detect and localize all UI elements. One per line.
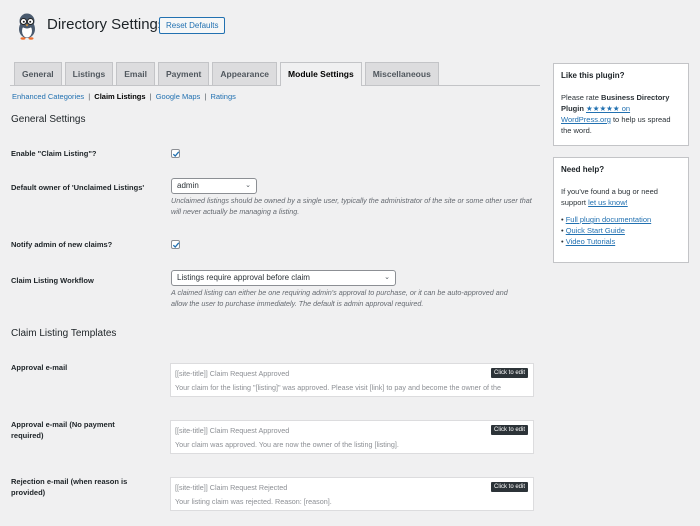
module-subnav: Enhanced Categories | Claim Listings | G… bbox=[12, 92, 236, 101]
checkmark-icon bbox=[172, 151, 180, 157]
approval-no-payment-email-template[interactable]: [[site-title]] Claim Request Approved Yo… bbox=[170, 420, 534, 454]
subnav-google-maps[interactable]: Google Maps bbox=[156, 92, 201, 101]
default-owner-value: admin bbox=[177, 181, 199, 190]
workflow-select[interactable]: Listings require approval before claim ⌄ bbox=[171, 270, 396, 286]
subnav-claim-listings[interactable]: Claim Listings bbox=[94, 92, 145, 101]
chevron-down-icon: ⌄ bbox=[245, 182, 251, 189]
enable-claim-label: Enable "Claim Listing"? bbox=[11, 149, 97, 158]
penguin-mascot-icon bbox=[14, 12, 40, 40]
rate-text-before: Please rate bbox=[561, 93, 602, 102]
notify-admin-checkbox[interactable] bbox=[171, 240, 180, 249]
list-item: Video Tutorials bbox=[561, 236, 681, 247]
reset-defaults-button[interactable]: Reset Defaults bbox=[159, 17, 226, 34]
list-item: Full plugin documentation bbox=[561, 214, 681, 225]
subnav-separator: | bbox=[204, 92, 207, 101]
rejection-email-label: Rejection e-mail (when reason is provide… bbox=[11, 477, 128, 497]
list-item: Quick Start Guide bbox=[561, 225, 681, 236]
full-documentation-link[interactable]: Full plugin documentation bbox=[566, 215, 651, 224]
let-us-know-link[interactable]: let us know! bbox=[588, 198, 628, 207]
approval-no-payment-email-label: Approval e-mail (No payment required) bbox=[11, 420, 115, 440]
general-settings-heading: General Settings bbox=[11, 114, 86, 125]
template-subject: [[site-title]] Claim Request Rejected bbox=[175, 483, 288, 492]
tab-appearance[interactable]: Appearance bbox=[212, 62, 278, 85]
subnav-separator: | bbox=[88, 92, 91, 101]
template-subject: [[site-title]] Claim Request Approved bbox=[175, 426, 290, 435]
tab-general[interactable]: General bbox=[14, 62, 62, 85]
workflow-value: Listings require approval before claim bbox=[177, 273, 310, 282]
rate-widget-text: Please rate Business Directory Plugin ★★… bbox=[561, 92, 681, 136]
video-tutorials-link[interactable]: Video Tutorials bbox=[566, 237, 615, 246]
template-subject: [[site-title]] Claim Request Approved bbox=[175, 369, 290, 378]
template-body: Your claim for the listing "[listing]" w… bbox=[175, 383, 502, 392]
rate-widget-title: Like this plugin? bbox=[561, 71, 625, 80]
default-owner-label: Default owner of 'Unclaimed Listings' bbox=[11, 183, 145, 192]
approval-email-template[interactable]: [[site-title]] Claim Request Approved Yo… bbox=[170, 363, 534, 397]
template-body: Your claim was approved. You are now the… bbox=[175, 440, 399, 449]
settings-tabs: General Listings Email Payment Appearanc… bbox=[14, 62, 439, 86]
default-owner-select[interactable]: admin ⌄ bbox=[171, 178, 257, 194]
subnav-separator: | bbox=[149, 92, 152, 101]
help-links-list: Full plugin documentation Quick Start Gu… bbox=[561, 214, 681, 247]
approval-email-label: Approval e-mail bbox=[11, 363, 68, 372]
template-body: Your listing claim was rejected. Reason:… bbox=[175, 497, 332, 506]
need-help-widget: Need help? If you've found a bug or need… bbox=[553, 157, 689, 263]
notify-admin-label: Notify admin of new claims? bbox=[11, 240, 113, 249]
quick-start-guide-link[interactable]: Quick Start Guide bbox=[566, 226, 625, 235]
tab-miscellaneous[interactable]: Miscellaneous bbox=[364, 62, 439, 85]
rate-plugin-widget: Like this plugin? Please rate Business D… bbox=[553, 63, 689, 146]
tab-listings[interactable]: Listings bbox=[64, 62, 114, 85]
tabs-divider bbox=[10, 85, 540, 86]
enable-claim-checkbox[interactable] bbox=[171, 149, 180, 158]
tab-email[interactable]: Email bbox=[116, 62, 155, 85]
subnav-enhanced-categories[interactable]: Enhanced Categories bbox=[12, 92, 84, 101]
chevron-down-icon: ⌄ bbox=[384, 274, 390, 281]
rejection-email-template[interactable]: [[site-title]] Claim Request Rejected Yo… bbox=[170, 477, 534, 511]
click-to-edit-button[interactable]: Click to edit bbox=[490, 425, 528, 435]
click-to-edit-button[interactable]: Click to edit bbox=[490, 368, 528, 378]
workflow-label: Claim Listing Workflow bbox=[11, 276, 94, 285]
click-to-edit-button[interactable]: Click to edit bbox=[490, 482, 528, 492]
tab-module-settings[interactable]: Module Settings bbox=[280, 62, 362, 86]
checkmark-icon bbox=[172, 242, 180, 248]
page-title: Directory Settings bbox=[47, 16, 166, 33]
tab-payment[interactable]: Payment bbox=[157, 62, 210, 85]
templates-heading: Claim Listing Templates bbox=[11, 328, 117, 339]
subnav-ratings[interactable]: Ratings bbox=[210, 92, 235, 101]
default-owner-description: Unclaimed listings should be owned by a … bbox=[171, 196, 532, 216]
workflow-description: A claimed listing can either be one requ… bbox=[171, 288, 508, 308]
help-widget-text: If you've found a bug or need support le… bbox=[561, 186, 681, 208]
help-widget-title: Need help? bbox=[561, 165, 605, 174]
